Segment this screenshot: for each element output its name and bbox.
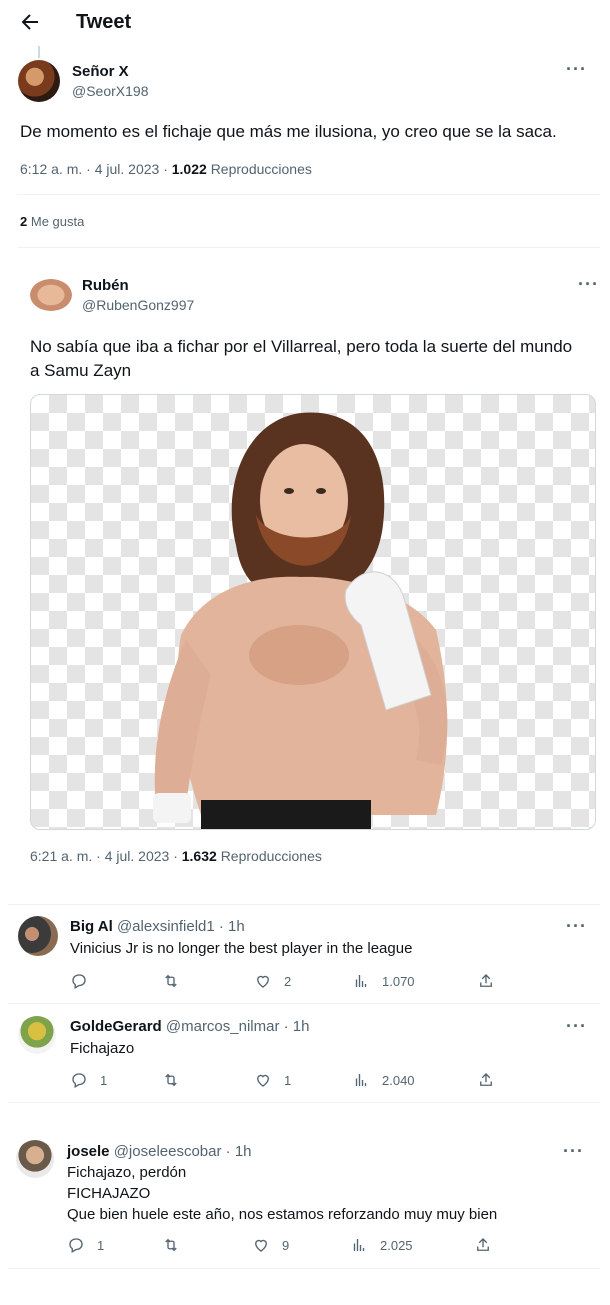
reply-author-name[interactable]: Big Al — [70, 918, 113, 935]
like-button[interactable]: 1 — [254, 1071, 291, 1089]
views-button[interactable]: 1.070 — [352, 972, 415, 990]
views-count: 2.040 — [382, 1072, 415, 1088]
like-count: 9 — [282, 1237, 290, 1253]
views-label: Reproducciones — [210, 161, 312, 177]
reply-text-line: FICHAJAZO — [67, 1185, 151, 1202]
reply-button[interactable] — [70, 972, 100, 990]
reply-author-handle[interactable]: @alexsinfield1 · 1h — [117, 918, 245, 935]
reply-author-name[interactable]: josele — [67, 1143, 110, 1160]
more-dots-icon[interactable]: ··· — [563, 1142, 584, 1160]
reply-text-line: Fichajazo — [70, 1040, 135, 1057]
share-icon — [480, 1073, 492, 1086]
author-name[interactable]: Rubén — [82, 277, 129, 294]
retweet-icon — [165, 974, 177, 988]
likes-label: Me gusta — [30, 214, 85, 229]
views-count: 1.632 — [181, 848, 217, 864]
views-button[interactable]: 2.040 — [352, 1071, 415, 1089]
like-button[interactable]: 9 — [252, 1236, 289, 1254]
retweet-button[interactable] — [162, 1236, 180, 1254]
thread-line — [38, 46, 40, 58]
retweet-button[interactable] — [162, 1071, 180, 1089]
arrow-left-icon — [21, 14, 38, 30]
share-button[interactable] — [477, 972, 495, 990]
reply-count: 1 — [100, 1072, 108, 1088]
more-dots-icon[interactable]: ··· — [566, 1017, 587, 1035]
reply-author-handle[interactable]: @marcos_nilmar · 1h — [166, 1018, 310, 1035]
like-count: 2 — [284, 973, 292, 989]
reply-header: GoldeGerard @marcos_nilmar · 1h — [70, 1018, 309, 1035]
quoted-text-line2: a Samu Zayn — [30, 361, 132, 380]
views-count: 2.025 — [380, 1237, 413, 1253]
divider — [18, 194, 600, 195]
views-count: 1.022 — [171, 161, 207, 177]
author-handle[interactable]: @RubenGonz997 — [82, 297, 194, 313]
heart-icon — [255, 1239, 267, 1252]
back-button[interactable] — [18, 10, 44, 36]
reply-card[interactable]: josele @joseleescobar · 1h ··· Fichajazo… — [8, 1128, 600, 1268]
header-bar: Tweet — [0, 0, 610, 46]
author-name[interactable]: Señor X — [72, 63, 129, 80]
heart-icon — [257, 975, 269, 988]
retweet-icon — [165, 1073, 177, 1087]
page-title: Tweet — [76, 11, 132, 33]
comment-icon — [72, 974, 86, 989]
share-button[interactable] — [477, 1071, 495, 1089]
retweet-button[interactable] — [162, 972, 180, 990]
reply-text-line: Fichajazo, perdón — [67, 1164, 187, 1181]
comment-icon — [72, 1073, 86, 1088]
author-handle[interactable]: @SeorX198 — [72, 83, 148, 99]
avatar[interactable] — [16, 1140, 54, 1178]
more-dots-icon[interactable]: ··· — [566, 60, 587, 78]
divider — [8, 1268, 600, 1269]
tweet-meta: 6:12 a. m. · 4 jul. 2023 · 1.022 Reprodu… — [20, 161, 312, 177]
share-button[interactable] — [474, 1236, 492, 1254]
heart-icon — [257, 1074, 269, 1087]
reply-card[interactable]: Big Al @alexsinfield1 · 1h ··· Vinicius … — [8, 905, 600, 1003]
more-dots-icon[interactable]: ··· — [578, 275, 599, 293]
reply-header: Big Al @alexsinfield1 · 1h — [70, 918, 245, 935]
bar-chart-icon — [355, 1074, 367, 1086]
views-label: Reproducciones — [220, 848, 322, 864]
avatar[interactable] — [18, 916, 58, 956]
avatar[interactable] — [18, 60, 60, 102]
tweet-time[interactable]: 6:21 a. m. · 4 jul. 2023 · — [30, 848, 178, 864]
tweet-time[interactable]: 6:12 a. m. · 4 jul. 2023 · — [20, 161, 168, 177]
reply-header: josele @joseleescobar · 1h — [67, 1143, 252, 1160]
reply-text-line: Vinicius Jr is no longer the best player… — [70, 940, 413, 957]
wrestler-illustration — [153, 412, 448, 829]
quoted-text-line1: No sabía que iba a fichar por el Villarr… — [30, 337, 573, 356]
divider — [8, 1102, 600, 1103]
tweet-text: De momento es el fichaje que más me ilus… — [20, 122, 557, 141]
likes-stat[interactable]: 2 Me gusta — [20, 214, 84, 229]
avatar[interactable] — [30, 279, 72, 311]
tweet-image[interactable] — [30, 394, 596, 830]
bar-chart-icon — [353, 1239, 365, 1251]
reply-card[interactable]: GoldeGerard @marcos_nilmar · 1h ··· Fich… — [8, 1004, 600, 1102]
views-count: 1.070 — [382, 973, 415, 989]
avatar[interactable] — [18, 1016, 56, 1054]
reply-button[interactable]: 1 — [70, 1071, 107, 1089]
retweet-icon — [165, 1238, 177, 1252]
reply-text-line: Que bien huele este año, nos estamos ref… — [67, 1206, 498, 1223]
comment-icon — [69, 1238, 83, 1253]
more-dots-icon[interactable]: ··· — [566, 917, 587, 935]
reply-author-handle[interactable]: @joseleescobar · 1h — [114, 1143, 252, 1160]
bar-chart-icon — [355, 975, 367, 987]
share-icon — [480, 974, 492, 987]
quoted-meta: 6:21 a. m. · 4 jul. 2023 · 1.632 Reprodu… — [30, 848, 322, 864]
reply-count: 1 — [97, 1237, 105, 1253]
reply-author-name[interactable]: GoldeGerard — [70, 1018, 162, 1035]
views-button[interactable]: 2.025 — [350, 1236, 413, 1254]
like-button[interactable]: 2 — [254, 972, 291, 990]
like-count: 1 — [284, 1072, 292, 1088]
divider — [18, 247, 600, 248]
share-icon — [477, 1238, 489, 1251]
likes-count: 2 — [20, 214, 28, 229]
reply-button[interactable]: 1 — [67, 1236, 104, 1254]
